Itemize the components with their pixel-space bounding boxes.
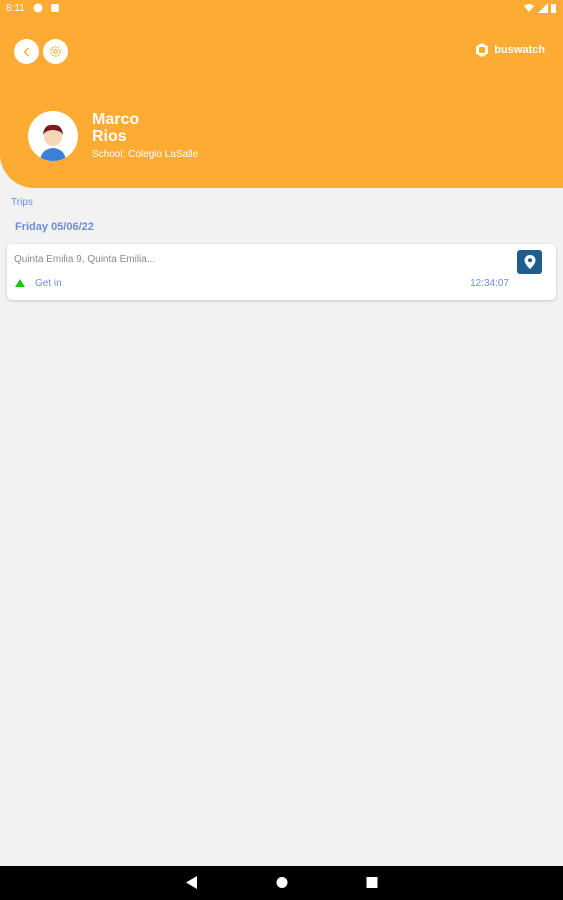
profile-header: 8:11 buswatch Marco Rios School: Colegio… <box>0 0 563 188</box>
status-time: 8:11 <box>6 3 25 14</box>
avatar <box>28 111 78 161</box>
student-last-name: Rios <box>92 128 127 145</box>
wifi-icon <box>524 4 534 12</box>
trips-section-label: Trips <box>11 197 33 208</box>
brand-logo: buswatch <box>474 42 545 58</box>
battery-icon <box>551 4 556 13</box>
student-avatar-icon <box>28 111 78 161</box>
nav-back-icon[interactable] <box>186 876 198 889</box>
status-bar: 8:11 <box>0 0 563 18</box>
nav-home-icon[interactable] <box>276 876 288 889</box>
app-notification-icon <box>51 4 59 12</box>
student-school: School: Colegio LaSalle <box>92 149 199 160</box>
back-button[interactable] <box>14 39 39 64</box>
notification-icon <box>33 3 43 13</box>
map-pin-icon <box>524 255 535 269</box>
trip-status: Get in <box>35 278 62 289</box>
trip-address: Quinta Emilia 9, Quinta Emilia... <box>14 254 156 265</box>
view-map-button[interactable] <box>517 250 542 274</box>
settings-icon <box>50 46 61 57</box>
signal-icon <box>538 3 548 13</box>
trip-time: 12:34:07 <box>470 278 509 289</box>
back-icon <box>23 47 29 56</box>
settings-button[interactable] <box>43 39 68 64</box>
trip-card[interactable]: Quinta Emilia 9, Quinta Emilia... Get in… <box>7 244 556 300</box>
system-navigation-bar <box>0 866 563 900</box>
brand-name: buswatch <box>494 44 545 56</box>
arrow-up-icon <box>15 279 25 287</box>
buswatch-logo-icon <box>476 43 489 57</box>
trip-date-label: Friday 05/06/22 <box>15 221 94 233</box>
nav-recents-icon[interactable] <box>366 876 378 889</box>
student-first-name: Marco <box>92 111 140 128</box>
student-name: Marco Rios <box>92 111 139 145</box>
